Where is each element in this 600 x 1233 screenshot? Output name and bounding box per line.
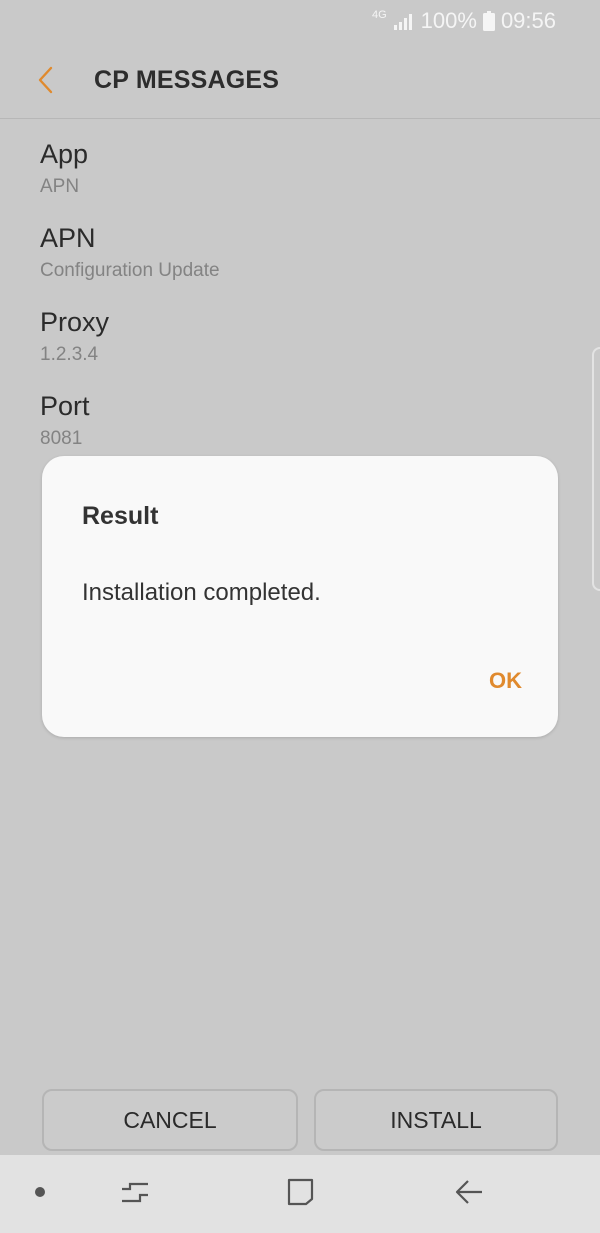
cancel-button[interactable]: CANCEL <box>42 1089 298 1151</box>
navigation-bar <box>0 1155 600 1233</box>
dialog-title: Result <box>82 502 159 530</box>
recents-icon <box>120 1178 150 1211</box>
nav-dot-button[interactable] <box>20 1155 60 1233</box>
result-dialog: Result Installation completed. OK <box>42 456 558 737</box>
field-value: Configuration Update <box>40 260 220 281</box>
edge-panel-handle[interactable] <box>592 347 600 591</box>
battery-percent: 100% <box>420 8 477 33</box>
settings-list: App APN APN Configuration Update Proxy 1… <box>40 136 560 472</box>
field-label: Port <box>40 391 90 421</box>
status-bar: 4G 100% 09:56 <box>0 0 600 42</box>
signal-icon <box>393 12 415 30</box>
chevron-left-icon <box>36 66 56 99</box>
field-label: App <box>40 139 89 169</box>
field-proxy: Proxy 1.2.3.4 <box>40 304 560 370</box>
dialog-message: Installation completed. <box>82 579 321 606</box>
install-button[interactable]: INSTALL <box>314 1089 558 1151</box>
back-icon <box>454 1177 484 1212</box>
app-bar: CP MESSAGES <box>0 42 600 119</box>
dot-icon <box>34 1185 46 1203</box>
field-label: APN <box>40 223 96 253</box>
field-apn: APN Configuration Update <box>40 220 560 286</box>
ok-button[interactable]: OK <box>489 668 522 694</box>
field-value: APN <box>40 176 80 197</box>
field-value: 8081 <box>40 428 83 449</box>
navigate-up-button[interactable] <box>26 62 66 102</box>
home-icon <box>286 1177 316 1212</box>
recents-button[interactable] <box>110 1155 160 1233</box>
battery-icon <box>482 11 495 31</box>
clock: 09:56 <box>500 8 556 33</box>
home-button[interactable] <box>276 1155 326 1233</box>
action-buttons: CANCEL INSTALL <box>42 1089 558 1151</box>
field-app: App APN <box>40 136 560 202</box>
back-button[interactable] <box>444 1155 494 1233</box>
field-port: Port 8081 <box>40 388 560 454</box>
field-label: Proxy <box>40 307 110 337</box>
field-value: 1.2.3.4 <box>40 344 99 365</box>
page-title: CP MESSAGES <box>94 66 280 94</box>
network-type: 4G <box>371 9 387 21</box>
